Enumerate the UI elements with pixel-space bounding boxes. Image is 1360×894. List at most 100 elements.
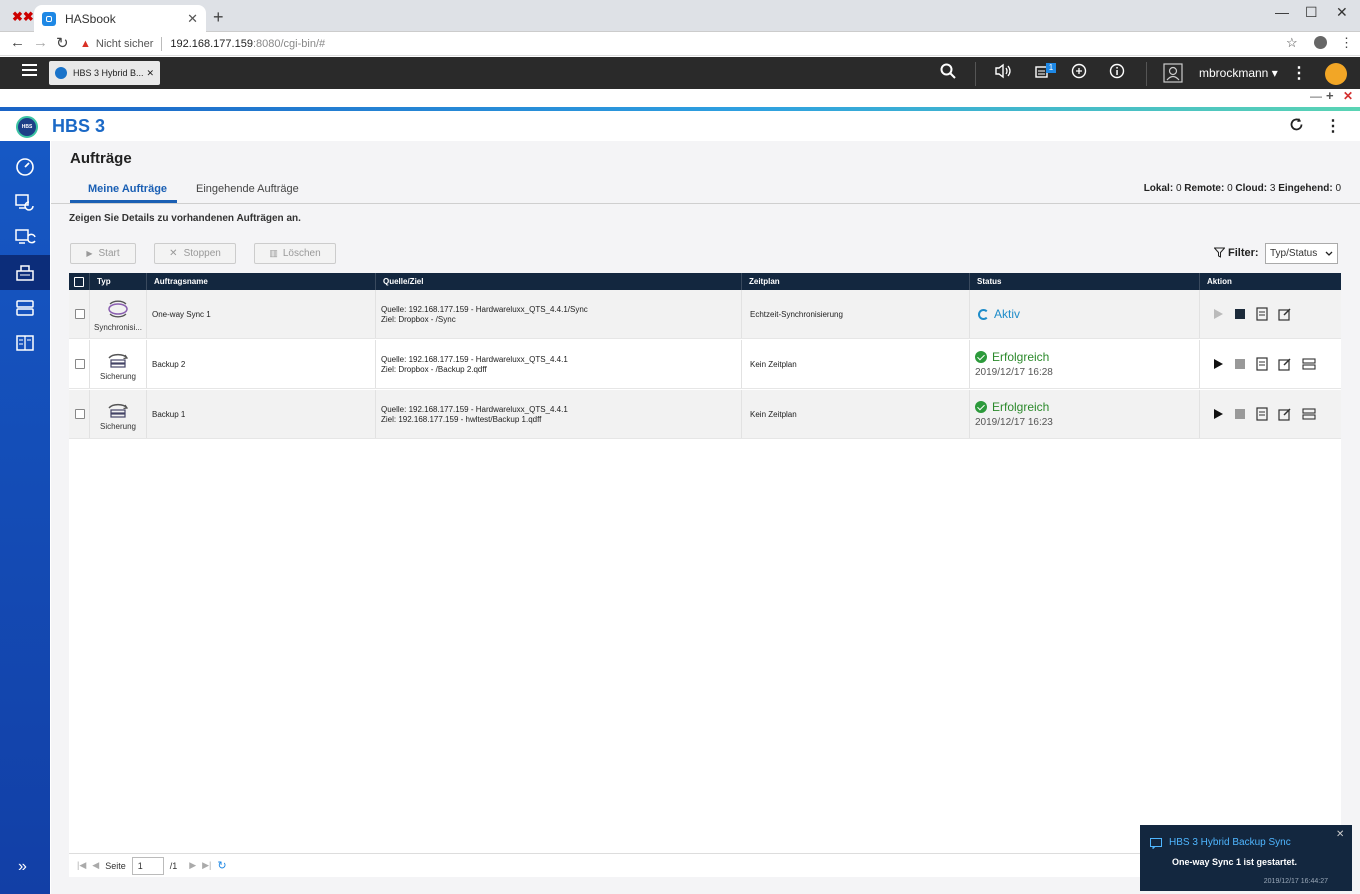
table-header: Typ Auftragsname Quelle/Ziel Zeitplan St…	[69, 273, 1341, 290]
hbs-logo-icon: HBS	[16, 116, 38, 138]
app-close-icon[interactable]: ✕	[1343, 89, 1353, 103]
table-row[interactable]: Sicherung Backup 1 Quelle: 192.168.177.1…	[69, 390, 1341, 439]
edit-icon[interactable]	[1278, 407, 1292, 421]
warning-icon: ▲	[80, 38, 91, 50]
table-row[interactable]: Sicherung Backup 2 Quelle: 192.168.177.1…	[69, 340, 1341, 389]
source-target-cell: Quelle: 192.168.177.159 - Hardwareluxx_Q…	[376, 340, 742, 388]
actions-cell	[1200, 290, 1341, 338]
storage-icon	[15, 298, 35, 318]
close-tab-icon[interactable]: ✕	[187, 11, 198, 27]
first-page-icon[interactable]: |◀	[77, 860, 86, 871]
maximize-window-icon[interactable]: ☐	[1305, 4, 1318, 21]
sidebar-item-services[interactable]	[0, 325, 50, 360]
sidebar-item-jobs[interactable]	[0, 255, 50, 290]
app-title: HBS 3	[52, 116, 106, 136]
row-checkbox[interactable]	[75, 359, 85, 369]
tab-my-jobs[interactable]: Meine Aufträge	[88, 183, 167, 195]
more-options-icon[interactable]: ⋮	[1291, 63, 1307, 83]
source-target-cell: Quelle: 192.168.177.159 - Hardwareluxx_Q…	[376, 290, 742, 338]
user-avatar-icon[interactable]	[1163, 63, 1183, 83]
sidebar-item-storage[interactable]	[0, 290, 50, 325]
hamburger-menu-icon[interactable]	[22, 64, 37, 77]
job-type-label: Synchronisi...	[93, 322, 143, 332]
speaker-icon[interactable]	[994, 63, 1012, 79]
forward-icon[interactable]: →	[33, 34, 48, 51]
select-all-checkbox[interactable]	[74, 276, 84, 287]
refresh-icon[interactable]	[1289, 117, 1304, 132]
page-number-input[interactable]: 1	[131, 856, 164, 875]
play-icon[interactable]	[1212, 308, 1224, 320]
profile-icon[interactable]	[1314, 36, 1327, 49]
job-name: Backup 1	[147, 390, 376, 438]
column-status[interactable]: Status	[970, 273, 1200, 290]
sidebar-item-overview[interactable]	[0, 149, 50, 184]
new-tab-button[interactable]: +	[213, 7, 224, 28]
edit-icon[interactable]	[1278, 357, 1292, 371]
restore-icon[interactable]	[1302, 357, 1316, 371]
stop-icon[interactable]	[1234, 308, 1246, 320]
back-icon[interactable]: ←	[10, 34, 25, 51]
app-minimize-icon[interactable]: —	[1310, 89, 1322, 103]
last-page-icon[interactable]: ▶|	[202, 860, 211, 871]
log-icon[interactable]	[1256, 307, 1268, 321]
dashboard-icon	[15, 157, 35, 177]
user-menu[interactable]: mbrockmann ▾	[1199, 66, 1278, 80]
sidebar-item-sync[interactable]	[0, 219, 50, 254]
job-type-label: Sicherung	[99, 371, 137, 381]
toast-close-icon[interactable]: ✕	[1336, 829, 1344, 840]
play-icon[interactable]	[1212, 408, 1224, 420]
close-app-tab-icon[interactable]: ✕	[146, 68, 154, 79]
job-target: Ziel: 192.168.177.159 - hwltest/Backup 1…	[381, 414, 542, 424]
restore-icon[interactable]	[1302, 407, 1316, 421]
status-time: 2019/12/17 16:28	[975, 367, 1053, 378]
start-button[interactable]: ▶ Start	[70, 243, 136, 264]
log-icon[interactable]	[1256, 357, 1268, 371]
close-window-icon[interactable]: ✕	[1336, 4, 1348, 21]
sync-job-icon	[105, 297, 131, 321]
dashboard-gauge-icon[interactable]	[1325, 63, 1347, 85]
app-more-icon[interactable]: ⋮	[1325, 116, 1341, 136]
page-title: Aufträge	[70, 150, 132, 167]
next-page-icon[interactable]: ▶	[189, 860, 196, 871]
toast-time: 2019/12/17 16:44:27	[1263, 878, 1328, 885]
stop-icon[interactable]	[1234, 358, 1246, 370]
table-row[interactable]: Synchronisi... One-way Sync 1 Quelle: 19…	[69, 290, 1341, 339]
filter-select[interactable]: Typ/Status	[1265, 243, 1338, 264]
app-maximize-icon[interactable]: +	[1326, 88, 1334, 103]
minimize-window-icon[interactable]: —	[1275, 4, 1289, 20]
column-type[interactable]: Typ	[90, 273, 147, 290]
omnibox[interactable]: ▲ Nicht sicher 192.168.177.159 :8080/cgi…	[80, 34, 1310, 54]
browser-menu-dots-icon[interactable]: ⋮	[1340, 35, 1353, 51]
sidebar-item-backup-restore[interactable]	[0, 184, 50, 219]
column-name[interactable]: Auftragsname	[147, 273, 376, 290]
reload-icon[interactable]: ↻	[56, 34, 69, 52]
row-checkbox[interactable]	[75, 409, 85, 419]
qts-app-tab[interactable]: HBS 3 Hybrid B... ✕	[49, 61, 160, 85]
column-schedule[interactable]: Zeitplan	[742, 273, 970, 290]
delete-button-label: Löschen	[282, 248, 321, 259]
row-checkbox[interactable]	[75, 309, 85, 319]
column-source-target[interactable]: Quelle/Ziel	[376, 273, 742, 290]
info-icon[interactable]	[1109, 63, 1125, 79]
delete-button[interactable]: ▥ Löschen	[254, 243, 336, 264]
browser-menu-icon[interactable]: ✖✖	[12, 9, 34, 25]
actions-cell	[1200, 340, 1341, 388]
url-path: :8080/cgi-bin/#	[252, 38, 326, 50]
log-icon[interactable]	[1256, 407, 1268, 421]
expand-sidebar-icon[interactable]: »	[18, 858, 27, 876]
pager-refresh-icon[interactable]: ↻	[217, 859, 226, 872]
count-remote-label: Remote:	[1184, 183, 1225, 194]
omnibox-divider	[161, 37, 163, 51]
external-devices-icon[interactable]	[1071, 63, 1088, 79]
play-icon[interactable]	[1212, 358, 1224, 370]
stop-button[interactable]: ✕ Stoppen	[154, 243, 236, 264]
browser-tab[interactable]: HASbook ✕	[34, 5, 206, 32]
stop-icon[interactable]	[1234, 408, 1246, 420]
tab-incoming-jobs[interactable]: Eingehende Aufträge	[196, 183, 299, 195]
search-icon[interactable]	[940, 63, 956, 79]
edit-icon[interactable]	[1278, 307, 1292, 321]
prev-page-icon[interactable]: ◀	[92, 860, 99, 871]
bookmark-star-icon[interactable]: ☆	[1286, 35, 1298, 51]
sync-icon	[14, 227, 36, 247]
hbs-logo-text: HBS	[21, 124, 33, 130]
